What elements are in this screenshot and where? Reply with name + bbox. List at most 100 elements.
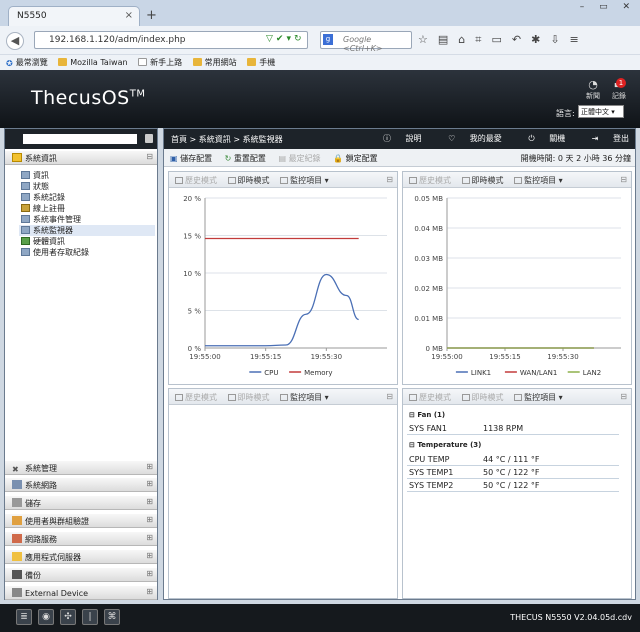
log-label: 記錄	[612, 92, 626, 100]
language-select[interactable]: 正體中文 ▾	[578, 105, 624, 118]
search-engine-icon[interactable]: g	[323, 34, 333, 45]
refresh-icon: ↻	[224, 154, 234, 163]
tree-item-system-monitor[interactable]: 系統監視器	[19, 225, 155, 236]
firmware-version: THECUS N5550 V2.04.05d.cdv	[510, 613, 632, 622]
undo-icon[interactable]: ↶	[512, 33, 531, 46]
expand-icon[interactable]: ⊞	[146, 497, 153, 506]
bookmarks-icon[interactable]: ▤	[438, 33, 458, 46]
fan-group-header[interactable]: ⊟ Fan (1)	[409, 411, 445, 419]
expand-icon[interactable]: ⊞	[146, 533, 153, 542]
bookmark-common-sites[interactable]: 常用網站	[192, 57, 237, 68]
temperature-group-header[interactable]: ⊟ Temperature (3)	[409, 441, 481, 449]
x-tick-label: 19:55:30	[547, 353, 578, 361]
collapse-icon[interactable]: ⊟	[620, 175, 627, 184]
section-backup[interactable]: 備份 ⊞	[5, 568, 157, 582]
monitor-items-dropdown[interactable]: 監控項目 ▾	[280, 176, 329, 185]
comment-icon[interactable]: ▭	[491, 33, 511, 46]
addon-icon[interactable]: ✱	[531, 33, 550, 46]
lock-layout-button[interactable]: 🔒 鎖定配置	[333, 154, 378, 163]
history-mode-button[interactable]: 歷史模式	[409, 393, 451, 402]
collapse-icon[interactable]: ⊟	[386, 175, 393, 184]
bookmark-most-visited[interactable]: ✪ 最常瀏覽	[6, 57, 48, 68]
bookmark-getting-started[interactable]: 新手上路	[138, 57, 182, 68]
tree-item-event-management[interactable]: 系統事件管理	[19, 214, 155, 225]
monitor-items-dropdown[interactable]: 監控項目 ▾	[514, 176, 563, 185]
tree-item-status[interactable]: 狀態	[19, 181, 155, 192]
x-tick-label: 19:55:15	[250, 353, 281, 361]
expand-icon[interactable]: ⊞	[146, 515, 153, 524]
users-icon	[12, 516, 22, 525]
disk-icon[interactable]: ◉	[38, 609, 54, 625]
expand-icon[interactable]: ⊞	[146, 587, 153, 596]
section-system-info[interactable]: 系統資訊 ⊟	[5, 151, 157, 165]
collapse-icon[interactable]: ⊟	[386, 392, 393, 401]
favorites-button[interactable]: ♡ 我的最愛	[436, 134, 502, 143]
section-network-service[interactable]: 網路服務 ⊞	[5, 532, 157, 546]
network-status-icon[interactable]: ⌘	[104, 609, 120, 625]
sidebar-search-button[interactable]	[145, 134, 153, 143]
tree-item-user-access-log[interactable]: 使用者存取紀錄	[19, 247, 155, 258]
y-tick-label: 0.05 MB	[414, 195, 443, 203]
history-mode-button[interactable]: 歷史模式	[409, 176, 451, 185]
bookmark-mozilla[interactable]: Mozilla Taiwan	[58, 58, 128, 67]
realtime-mode-button[interactable]: 即時模式	[461, 393, 504, 402]
cpu-memory-panel: 歷史模式 即時模式 監控項目 ▾ ⊟ 0 % 5 % 10 % 15 % 20 % 19:…	[168, 171, 398, 385]
help-button[interactable]: ⓘ 說明	[371, 134, 422, 143]
history-mode-button[interactable]: 歷史模式	[175, 393, 217, 402]
monitor-items-dropdown[interactable]: 監控項目 ▾	[514, 393, 563, 402]
news-button[interactable]: ◔ 新聞	[580, 78, 606, 101]
tab-close-icon[interactable]: ×	[125, 10, 133, 21]
save-layout-button[interactable]: ▣ 儲存配置	[170, 154, 212, 163]
breadcrumb[interactable]: 首頁 > 系統資訊 > 系統監視器	[171, 135, 283, 144]
bookmark-mobile[interactable]: 手機	[247, 57, 275, 68]
sensor-row: SYS TEMP2 50 °C / 122 °F	[407, 479, 619, 492]
collapse-icon[interactable]: ⊟	[146, 152, 153, 161]
y-tick-label: 0.03 MB	[414, 255, 443, 263]
realtime-mode-button[interactable]: 即時模式	[227, 176, 270, 185]
collapse-icon[interactable]: ⊟	[620, 392, 627, 401]
monitor-items-dropdown[interactable]: 監控項目 ▾	[280, 393, 329, 402]
crop-icon[interactable]: ⌗	[475, 33, 491, 46]
section-user-group-auth[interactable]: 使用者與群組驗證 ⊞	[5, 514, 157, 528]
new-tab-button[interactable]: +	[146, 8, 157, 23]
tree-item-hardware-info[interactable]: 硬體資訊	[19, 236, 155, 247]
reset-layout-button[interactable]: ↻ 重置配置	[225, 154, 266, 163]
menu-grid-icon[interactable]: ≣	[16, 609, 32, 625]
realtime-mode-button[interactable]: 即時模式	[461, 176, 504, 185]
shutdown-button[interactable]: ⏻ 關機	[516, 134, 565, 143]
search-input[interactable]: Google <Ctrl+K>	[320, 31, 412, 53]
section-external-device[interactable]: External Device ⊞	[5, 586, 157, 600]
tree-item-info[interactable]: 資訊	[19, 170, 155, 181]
back-button[interactable]: ◀	[6, 32, 24, 50]
temperature-icon[interactable]: ❘	[82, 609, 98, 625]
x-tick-label: 19:55:30	[311, 353, 342, 361]
menu-icon[interactable]: ≡	[570, 33, 589, 46]
fixed-record-button[interactable]: ▤ 最定紀錄	[278, 154, 320, 163]
realtime-mode-button[interactable]: 即時模式	[227, 393, 270, 402]
fan-icon[interactable]: ✣	[60, 609, 76, 625]
section-storage[interactable]: 儲存 ⊞	[5, 496, 157, 510]
section-application-server[interactable]: 應用程式伺服器 ⊞	[5, 550, 157, 564]
logout-button[interactable]: ⇥ 登出	[580, 134, 629, 143]
expand-icon[interactable]: ⊞	[146, 551, 153, 560]
section-system-network[interactable]: 系統網路 ⊞	[5, 478, 157, 492]
window-controls[interactable]: – ▭ ✕	[580, 2, 636, 12]
breadcrumb-bar: 首頁 > 系統資訊 > 系統監視器 ⓘ 說明 ♡ 我的最愛 ⏻ 關機 ⇥ 登出	[164, 129, 635, 149]
tree-item-system-log[interactable]: 系統記錄	[19, 192, 155, 203]
y-tick-label: 0.01 MB	[414, 315, 443, 323]
star-icon[interactable]: ☆	[418, 33, 438, 46]
section-system-management[interactable]: ✖ 系統管理 ⊞	[5, 461, 157, 475]
history-mode-button[interactable]: 歷史模式	[175, 176, 217, 185]
url-text: 192.168.1.120/adm/index.php	[49, 35, 186, 45]
tree-item-online-registration[interactable]: 線上註冊	[19, 203, 155, 214]
expand-icon[interactable]: ⊞	[146, 569, 153, 578]
url-bar-icons[interactable]: ▽✔▾↻	[266, 34, 305, 44]
status-icon	[21, 182, 30, 190]
expand-icon[interactable]: ⊞	[146, 479, 153, 488]
sidebar-search-input[interactable]	[23, 134, 137, 144]
home-icon[interactable]: ⌂	[458, 33, 475, 46]
help-icon: ⓘ	[382, 134, 394, 143]
download-icon[interactable]: ⇩	[550, 33, 569, 46]
expand-icon[interactable]: ⊞	[146, 462, 153, 471]
browser-tab[interactable]: N5550 ×	[8, 6, 140, 26]
